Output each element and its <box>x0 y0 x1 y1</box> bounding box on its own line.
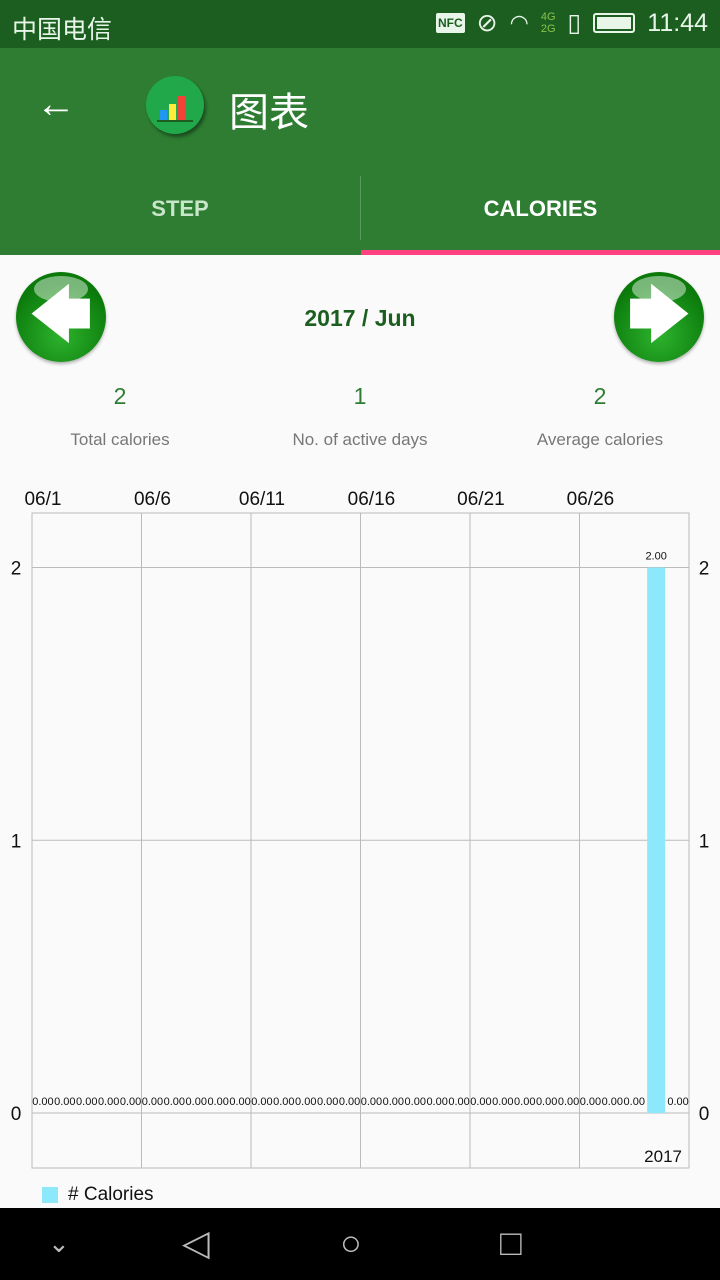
next-month-button[interactable]: 🡆 <box>614 272 704 362</box>
signal-icon: 4G 2G <box>540 11 556 35</box>
bar-value-label: 0.00 <box>361 1096 382 1108</box>
page-title: 图表 <box>229 91 309 135</box>
bar-value-label: 0.00 <box>295 1096 316 1108</box>
bar-value-label: 0.00 <box>536 1096 557 1108</box>
chevron-down-icon[interactable]: ⌄ <box>48 1228 70 1259</box>
bar-value-label: 0.00 <box>98 1096 119 1108</box>
y-tick-label-left: 0 <box>11 1104 22 1125</box>
home-circle-icon[interactable]: ○ <box>340 1222 362 1264</box>
bar-value-label: 0.00 <box>142 1096 163 1108</box>
calories-bar-chart[interactable]: 0 01 12 206/1 06/6 06/11 06/16 06/21 06/260.00 0.… <box>0 480 720 1200</box>
bar-value-label: 0.00 <box>667 1096 688 1108</box>
arrow-left-icon[interactable]: ← <box>36 82 76 127</box>
bar-value-label: 0.00 <box>32 1096 53 1108</box>
x-tick-label: 06/6 <box>134 489 171 510</box>
app-bar: ← 图表 STEP CALORIES <box>0 48 720 255</box>
bar-value-label: 0.00 <box>383 1096 404 1108</box>
bar-value-label: 0.00 <box>558 1096 579 1108</box>
bar-value-label: 0.00 <box>229 1096 250 1108</box>
tab-calories[interactable]: CALORIES <box>361 176 720 255</box>
stat-label: Average calories <box>536 430 664 449</box>
x-tick-label: 06/26 <box>567 489 615 510</box>
clock: 11:44 <box>647 8 708 37</box>
legend-label: # Calories <box>68 1184 154 1205</box>
bar-chart-logo <box>146 76 204 134</box>
bar-value-label: 0.00 <box>602 1096 623 1108</box>
bar-value-label: 0.00 <box>317 1096 338 1108</box>
bar-value-label: 0.00 <box>120 1096 141 1108</box>
bar-value-label: 0.00 <box>426 1096 447 1108</box>
bar-value-label: 0.00 <box>580 1096 601 1108</box>
y-tick-label-left: 2 <box>11 559 22 580</box>
period-label: 2017 / Jun <box>304 305 416 331</box>
bar-value-label: 0.00 <box>624 1096 645 1108</box>
arrow-right-circle-icon: 🡆 <box>628 281 690 348</box>
y-tick-label-right: 1 <box>699 831 710 852</box>
bar-value-label: 0.00 <box>514 1096 535 1108</box>
bar-value-label: 0.00 <box>470 1096 491 1108</box>
status-bar: 中国电信 NFC ⊘ ◠ 4G 2G ▯ 11:44 <box>0 0 720 48</box>
legend-swatch <box>42 1187 58 1203</box>
tab-step[interactable]: STEP <box>0 176 360 255</box>
x-tick-label: 06/16 <box>348 489 396 510</box>
sim-alert-icon: ▯ <box>567 9 582 37</box>
chart-legend: # Calories <box>42 1184 154 1206</box>
bar-value-label: 0.00 <box>76 1096 97 1108</box>
battery-icon <box>593 13 636 33</box>
bar <box>647 567 666 1113</box>
nfc-icon: NFC <box>436 13 465 33</box>
stat-label: No. of active days <box>292 430 428 449</box>
bar-value-label: 0.00 <box>164 1096 185 1108</box>
mute-icon: ⊘ <box>476 9 498 37</box>
x-tick-label: 06/1 <box>24 489 61 510</box>
bar-value-label: 0.00 <box>186 1096 207 1108</box>
recents-square-icon[interactable]: □ <box>500 1222 522 1264</box>
stat-value: 2 <box>113 383 127 409</box>
back-triangle-icon[interactable]: ◁ <box>182 1222 210 1264</box>
chart-description: 2017 <box>644 1147 682 1166</box>
stat-value: 1 <box>353 383 367 409</box>
carrier-label: 中国电信 <box>12 16 113 44</box>
bar-value-label: 0.00 <box>448 1096 469 1108</box>
bar-value-label: 0.00 <box>207 1096 228 1108</box>
bar-value-label: 0.00 <box>273 1096 294 1108</box>
bar-value-label: 0.00 <box>251 1096 272 1108</box>
bar-value-label: 2.00 <box>645 551 666 563</box>
x-tick-label: 06/11 <box>239 489 285 510</box>
stat-label: Total calories <box>70 430 170 449</box>
wifi-icon: ◠ <box>509 10 529 35</box>
bar-value-label: 0.00 <box>492 1096 513 1108</box>
y-tick-label-right: 2 <box>699 559 710 580</box>
bar-value-label: 0.00 <box>54 1096 75 1108</box>
bar-value-label: 0.00 <box>339 1096 360 1108</box>
stat-value: 2 <box>593 383 607 409</box>
system-nav-bar: ⌄ ◁ ○ □ <box>0 1208 720 1280</box>
x-tick-label: 06/21 <box>457 489 505 510</box>
bar-value-label: 0.00 <box>405 1096 426 1108</box>
y-tick-label-left: 1 <box>11 831 22 852</box>
y-tick-label-right: 0 <box>699 1104 710 1125</box>
